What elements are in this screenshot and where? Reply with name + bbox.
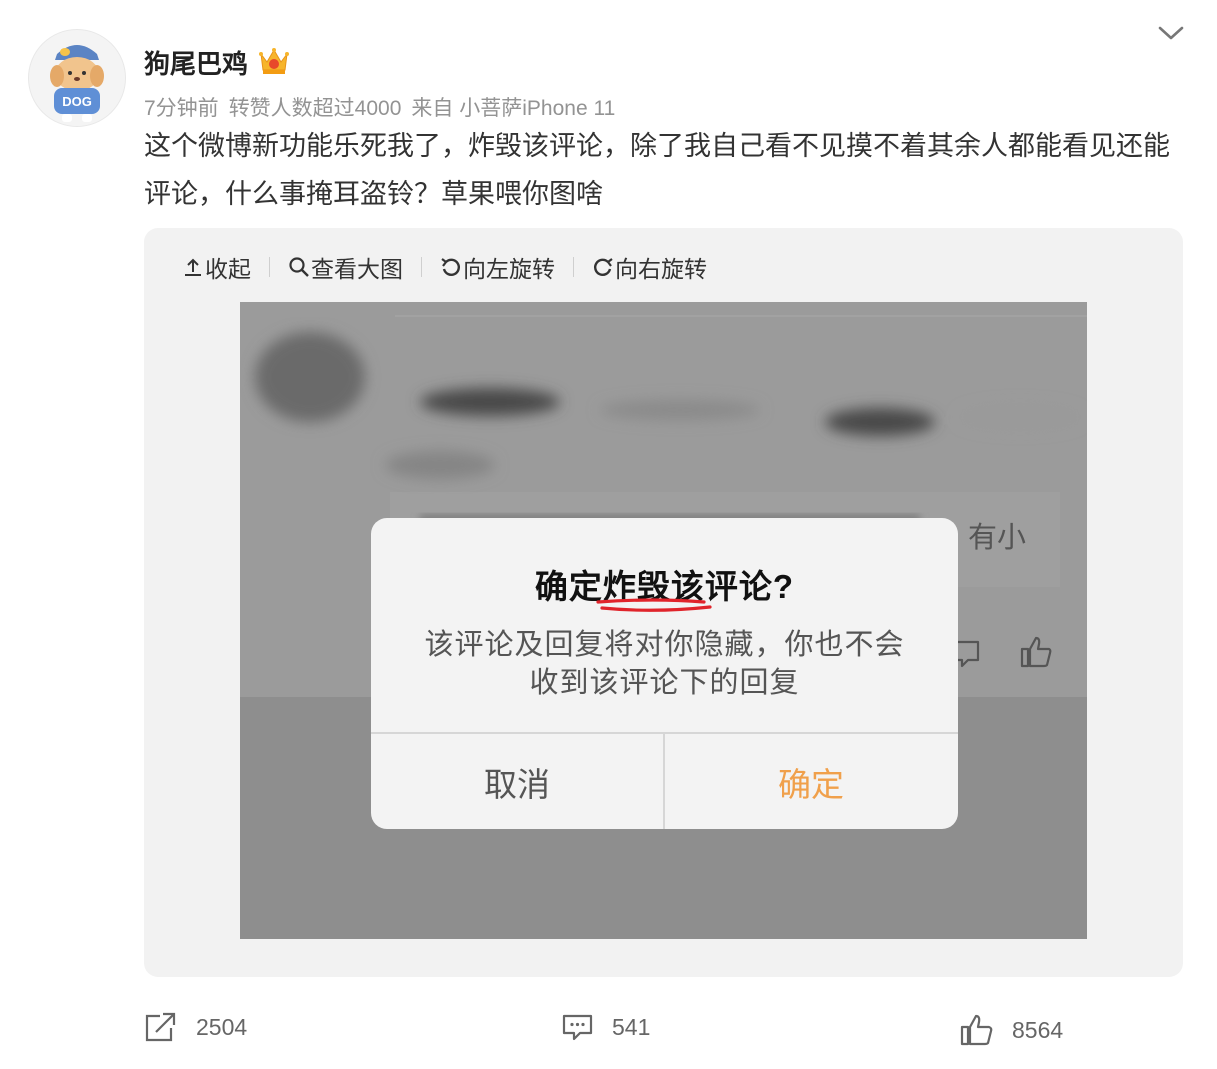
collapse-button[interactable]: 收起 <box>182 250 251 284</box>
rotate-right-icon <box>594 258 613 276</box>
like-count: 8564 <box>1012 1016 1064 1043</box>
rotate-right-button[interactable]: 向右旋转 <box>592 250 707 284</box>
comment-count: 541 <box>612 1013 651 1040</box>
toolbar-divider <box>573 257 574 277</box>
share-icon <box>145 1012 176 1042</box>
comment-icon <box>562 1014 593 1041</box>
toolbar-divider <box>269 257 270 277</box>
rotate-left-button[interactable]: 向左旋转 <box>440 250 555 284</box>
post-time[interactable]: 7分钟前 <box>144 97 219 120</box>
post-image[interactable]: 有小 确定炸毁该评论? 该评论及回复将对你隐藏，你也不会 收到该评论下的回复 取… <box>240 302 1087 939</box>
rotate-left-label: 向左旋转 <box>463 256 555 282</box>
svg-text:DOG: DOG <box>62 94 92 109</box>
thumbs-up-icon <box>960 1014 993 1046</box>
collapse-label: 收起 <box>205 256 251 282</box>
rotate-left-icon <box>441 258 460 276</box>
action-bar: 2504 541 8564 <box>144 1012 1184 1056</box>
dog-avatar-icon: DOG <box>29 30 125 126</box>
post-body: 这个微博新功能乐死我了，炸毁该评论，除了我自己看不见摸不着其余人都能看见还能评论… <box>144 131 1170 209</box>
chevron-down-icon[interactable] <box>1156 20 1186 46</box>
avatar[interactable]: DOG <box>28 29 126 127</box>
red-underline-mark <box>596 598 712 612</box>
repost-count: 2504 <box>196 1013 248 1040</box>
confirm-dialog: 确定炸毁该评论? 该评论及回复将对你隐藏，你也不会 收到该评论下的回复 取消 确… <box>371 518 958 829</box>
media-viewer: 收起 查看大图 向左旋转 向右旋转 有小 确定炸毁该评论? 该评论及回复将对你隐… <box>144 228 1183 977</box>
dialog-cancel-button: 取消 <box>484 765 550 803</box>
media-toolbar: 收起 查看大图 向左旋转 向右旋转 <box>182 252 707 282</box>
dialog-confirm-button: 确定 <box>778 765 844 803</box>
post-meta: 7分钟前 转赞人数超过4000 来自 小菩萨iPhone 11 <box>144 92 625 122</box>
repost-notice: 转赞人数超过4000 <box>228 97 402 120</box>
toolbar-divider <box>421 257 422 277</box>
search-icon <box>289 257 309 277</box>
comment-icon <box>954 640 980 668</box>
rotate-right-label: 向右旋转 <box>615 256 707 282</box>
background-text-fragment: 有小 <box>968 522 1027 554</box>
repost-button[interactable]: 2504 <box>144 1012 247 1042</box>
dialog-message-line: 该评论及回复将对你隐藏，你也不会 <box>424 629 905 661</box>
dialog-message: 该评论及回复将对你隐藏，你也不会 收到该评论下的回复 <box>411 626 918 702</box>
username[interactable]: 狗尾巴鸡 <box>144 44 248 81</box>
crown-badge-icon[interactable] <box>258 46 290 76</box>
post-source[interactable]: 小菩萨iPhone 11 <box>459 97 615 120</box>
dialog-message-line: 收到该评论下的回复 <box>529 667 800 699</box>
collapse-up-icon <box>185 258 201 276</box>
view-large-label: 查看大图 <box>311 256 403 282</box>
like-icon <box>1020 636 1052 668</box>
view-large-button[interactable]: 查看大图 <box>288 250 403 284</box>
source-prefix: 来自 <box>411 97 454 120</box>
comment-button[interactable]: 541 <box>562 1012 650 1042</box>
like-button[interactable]: 8564 <box>960 1014 1063 1046</box>
